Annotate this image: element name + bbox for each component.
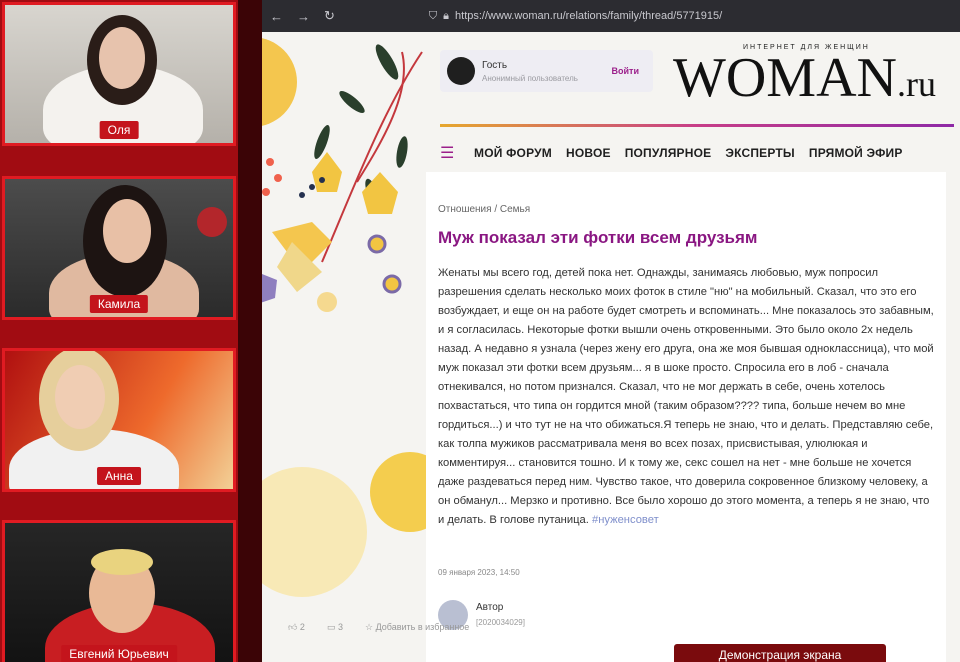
bookmark-icon: ☆ xyxy=(364,622,374,632)
participant-name: Оля xyxy=(99,121,139,139)
like-count: 2 xyxy=(299,622,305,632)
participant-tile-3[interactable]: Анна xyxy=(2,348,236,492)
comment-icon: ▭ xyxy=(326,622,336,632)
nav-item-live[interactable]: ПРЯМОЙ ЭФИР xyxy=(809,146,903,160)
lock-icon: 🔒︎ xyxy=(443,9,450,22)
hamburger-icon[interactable]: ☰ xyxy=(440,143,460,163)
participant-face xyxy=(99,27,145,89)
shield-icon: ⛉ xyxy=(428,9,438,22)
logo-wordmark: WOMAN.ru xyxy=(673,50,936,112)
participant-face xyxy=(55,365,105,429)
floral-pattern xyxy=(262,38,426,597)
author-id: [2020034029] xyxy=(476,618,525,627)
participant-hair xyxy=(91,549,153,575)
participant-tile-4[interactable]: Евгений Юрьевич xyxy=(2,520,236,662)
user-box: Гость Анонимный пользователь Войти xyxy=(440,50,653,92)
browser-toolbar: ← → ↻ ⛉ 🔒︎ https://www.woman.ru/relation… xyxy=(262,0,960,32)
login-button[interactable]: Войти xyxy=(612,66,639,76)
like-button[interactable]: 👍︎ 2 xyxy=(288,622,305,633)
logo-main: WOMAN xyxy=(673,47,897,109)
logo-suffix: .ru xyxy=(896,64,936,104)
page-content: Гость Анонимный пользователь Войти ИНТЕР… xyxy=(426,32,960,662)
post-card: Отношения / Семья Муж показал эти фотки … xyxy=(426,172,946,662)
participant-tile-2[interactable]: Камила xyxy=(2,176,236,320)
nav-item-new[interactable]: НОВОЕ xyxy=(566,146,611,160)
post-hashtag[interactable]: #нуженсовет xyxy=(592,514,659,526)
participant-name: Евгений Юрьевич xyxy=(61,645,177,662)
url-text: https://www.woman.ru/relations/family/th… xyxy=(455,10,723,22)
avatar-icon xyxy=(447,57,475,85)
post-date: 09 января 2023, 14:50 xyxy=(438,568,520,577)
thumbs-up-icon: 👍︎ xyxy=(288,622,298,632)
comment-count: 3 xyxy=(337,622,343,632)
nav-item-experts[interactable]: ЭКСПЕРТЫ xyxy=(725,146,795,160)
forward-icon[interactable]: → xyxy=(297,9,310,24)
reload-icon[interactable]: ↻ xyxy=(324,8,335,24)
back-icon[interactable]: ← xyxy=(270,9,283,24)
flowers-decoration xyxy=(197,207,227,237)
favorite-button[interactable]: ☆ Добавить в избранное xyxy=(365,622,469,633)
nav-item-popular[interactable]: ПОПУЛЯРНОЕ xyxy=(625,146,712,160)
screen-share-badge: Демонстрация экрана xyxy=(674,644,886,662)
participant-name: Камила xyxy=(89,295,149,313)
main-nav: ☰ МОЙ ФОРУМ НОВОЕ ПОПУЛЯРНОЕ ЭКСПЕРТЫ ПР… xyxy=(440,138,954,168)
breadcrumb[interactable]: Отношения / Семья xyxy=(438,204,530,215)
post-text: Женаты мы всего год, детей пока нет. Одн… xyxy=(438,267,934,526)
user-status: Анонимный пользователь xyxy=(482,74,578,83)
participant-name: Анна xyxy=(97,467,141,485)
participant-tile-1[interactable]: Оля xyxy=(2,2,236,146)
post-body: Женаты мы всего год, детей пока нет. Одн… xyxy=(438,264,938,530)
post-title: Муж показал эти фотки всем друзьям xyxy=(438,228,758,247)
user-name: Гость xyxy=(482,60,508,71)
favorite-label: Добавить в избранное xyxy=(375,622,470,632)
floral-decoration xyxy=(262,32,426,662)
reaction-bar: 👍︎ 2 ▭ 3 ☆ Добавить в избранное xyxy=(288,622,469,633)
browser-window: ← → ↻ ⛉ 🔒︎ https://www.woman.ru/relation… xyxy=(262,0,960,662)
participant-face xyxy=(103,199,151,263)
address-bar[interactable]: ⛉ 🔒︎ https://www.woman.ru/relations/fami… xyxy=(429,10,722,23)
header-divider xyxy=(440,124,954,127)
author-label: Автор xyxy=(476,602,504,613)
nav-item-my-forum[interactable]: МОЙ ФОРУМ xyxy=(474,146,552,160)
panel-rail xyxy=(238,0,262,662)
comments-button[interactable]: ▭ 3 xyxy=(327,622,343,633)
participants-panel: Оля Камила Анна Евгений Юрьевич xyxy=(0,0,262,662)
